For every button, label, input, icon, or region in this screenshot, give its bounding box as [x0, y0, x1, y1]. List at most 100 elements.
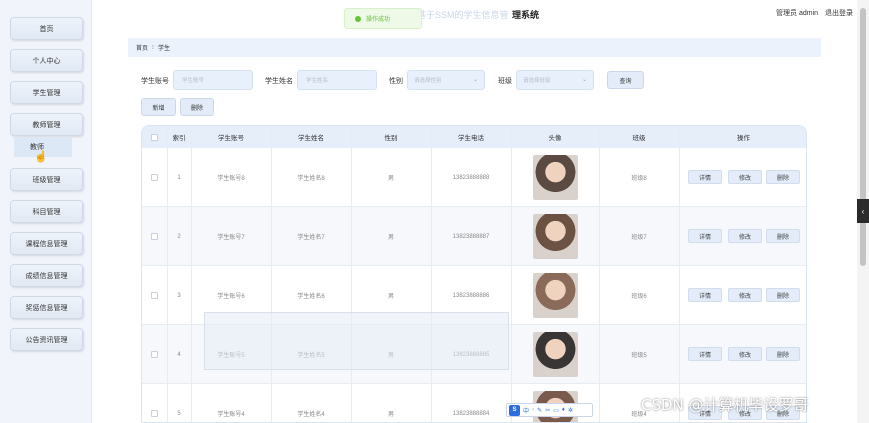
detail-button[interactable]: 详情 [688, 288, 722, 302]
cell-account: 学生账号8 [217, 176, 245, 182]
col-ops: 操作 [737, 135, 750, 142]
cell-gender: 男 [387, 235, 394, 241]
col-name: 学生姓名 [298, 135, 324, 142]
sidebar-item-students[interactable]: 学生管理 [10, 81, 83, 104]
class-select-placeholder: 请选择班级 [523, 78, 551, 84]
sidebar-item-teachers[interactable]: 教师管理 [10, 113, 83, 136]
page-title-ghost: 基于SSM的学生信息管 [417, 10, 509, 20]
chevron-down-icon: ⌄ [472, 77, 478, 83]
ime-toolbar[interactable]: S 中 ◦ ✎ ✂ ▭ ♦ ✲ [506, 403, 593, 417]
sidebar-item-news[interactable]: 公告资讯管理 [10, 328, 83, 351]
toast-message: 操作成功 [366, 17, 391, 23]
cell-gender: 男 [387, 412, 394, 418]
cell-index: 3 [177, 292, 181, 299]
breadcrumb-home[interactable]: 首页 [136, 43, 148, 52]
query-button[interactable]: 查询 [607, 71, 644, 89]
shirt-icon[interactable]: ♦ [562, 407, 565, 413]
delete-button[interactable]: 删除 [766, 170, 800, 184]
ime-logo-icon: S [509, 404, 520, 416]
cell-index: 1 [177, 174, 181, 181]
avatar [511, 266, 599, 325]
sidebar-item-classes[interactable]: 班级管理 [10, 168, 83, 191]
table-row: 2 学生账号7 学生姓名7 男 13823888887 班级7 详情 修改 删除 [142, 207, 806, 266]
breadcrumb-separator-icon: ⁝ [152, 45, 154, 51]
punctuation-icon[interactable]: ◦ [532, 407, 534, 413]
cell-phone: 13823888884 [452, 410, 490, 417]
row-checkbox[interactable] [142, 207, 167, 266]
sidebar-item-home[interactable]: 首页 [10, 17, 83, 40]
ime-mode[interactable]: 中 [523, 406, 529, 415]
cell-class: 班级6 [631, 294, 647, 300]
name-label: 学生姓名 [265, 78, 293, 85]
gender-select-placeholder: 请选择性别 [414, 78, 442, 84]
account-search-input[interactable]: 学生账号 [173, 70, 253, 90]
user-area: 管理员 admin 退出登录 [771, 8, 853, 18]
cell-class: 班级7 [631, 235, 647, 241]
detail-button[interactable]: 详情 [688, 347, 722, 361]
delete-button[interactable]: 删除 [766, 229, 800, 243]
success-icon [355, 15, 361, 22]
col-avatar: 头像 [548, 135, 562, 142]
gender-label: 性别 [389, 78, 403, 85]
edit-button[interactable]: 修改 [728, 170, 762, 184]
chevron-left-icon[interactable]: ‹ [857, 199, 869, 223]
select-all-checkbox[interactable] [142, 126, 167, 148]
sidebar-item-courses[interactable]: 课程信息管理 [10, 232, 83, 255]
sidebar: 首页 个人中心 学生管理 教师管理 教师 ☝ 班级管理 科目管理 课程信息管理 … [0, 0, 92, 423]
table-header: 索引 学生账号 学生姓名 性别 学生电话 头像 班级 操作 [142, 126, 806, 148]
delete-button[interactable]: 删除 [766, 288, 800, 302]
scrollbar-thumb[interactable] [860, 8, 866, 266]
sidebar-item-rewards[interactable]: 奖惩信息管理 [10, 296, 83, 319]
sidebar-item-grades[interactable]: 成绩信息管理 [10, 264, 83, 287]
row-checkbox[interactable] [142, 384, 167, 422]
add-button[interactable]: 新增 [141, 98, 176, 116]
hand-cursor-icon: ☝ [34, 151, 48, 163]
top-header: 基于SSM的学生信息管 理系统 管理员 admin 退出登录 [92, 0, 857, 28]
edit-button[interactable]: 修改 [728, 288, 762, 302]
cell-name: 学生姓名8 [297, 176, 325, 182]
student-table: 索引 学生账号 学生姓名 性别 学生电话 头像 班级 操作 1 学生账号8 学生姓名… [141, 125, 807, 423]
gear-icon[interactable]: ✲ [568, 407, 573, 414]
row-checkbox[interactable] [142, 148, 167, 207]
row-checkbox[interactable] [142, 266, 167, 325]
col-class: 班级 [632, 135, 646, 142]
success-toast: 操作成功 [344, 8, 422, 29]
cell-phone: 13823888888 [452, 174, 490, 181]
pen-icon[interactable]: ✎ [537, 407, 542, 414]
avatar [511, 325, 599, 384]
cell-gender: 男 [387, 176, 394, 182]
name-search-input[interactable]: 学生姓名 [297, 70, 377, 90]
edit-button[interactable]: 修改 [728, 347, 762, 361]
watermark: CSDN @计算机毕设罗哥 [641, 396, 809, 414]
edit-button[interactable]: 修改 [728, 229, 762, 243]
user-name: 管理员 admin [776, 10, 819, 17]
account-label: 学生账号 [141, 78, 169, 85]
cell-class: 班级8 [631, 176, 647, 182]
sidebar-item-subjects[interactable]: 科目管理 [10, 200, 83, 223]
class-label: 班级 [498, 78, 512, 85]
keyboard-icon[interactable]: ▭ [553, 407, 559, 414]
delete-button[interactable]: 删除 [766, 347, 800, 361]
detail-button[interactable]: 详情 [688, 170, 722, 184]
sidebar-item-profile[interactable]: 个人中心 [10, 49, 83, 72]
logout-link[interactable]: 退出登录 [825, 10, 853, 17]
cell-account: 学生账号7 [217, 235, 245, 241]
gender-select[interactable]: 请选择性别 ⌄ [407, 70, 485, 90]
breadcrumb: 首页 ⁝ 学生 [128, 38, 821, 57]
cell-phone: 13823888887 [452, 233, 490, 240]
breadcrumb-current: 学生 [157, 46, 170, 52]
cell-name: 学生姓名7 [297, 235, 325, 241]
chevron-down-icon: ⌄ [581, 77, 587, 83]
cell-class: 班级5 [631, 353, 647, 359]
col-account: 学生账号 [218, 135, 244, 142]
detail-button[interactable]: 详情 [688, 229, 722, 243]
batch-delete-button[interactable]: 删除 [180, 98, 214, 116]
cell-index: 2 [177, 233, 181, 240]
col-phone: 学生电话 [458, 135, 484, 142]
cell-account: 学生账号4 [217, 412, 245, 418]
row-checkbox[interactable] [142, 325, 167, 384]
class-select[interactable]: 请选择班级 ⌄ [516, 70, 594, 90]
cell-index: 4 [177, 351, 181, 358]
scissors-icon[interactable]: ✂ [545, 407, 550, 414]
cell-name: 学生姓名4 [297, 412, 325, 418]
